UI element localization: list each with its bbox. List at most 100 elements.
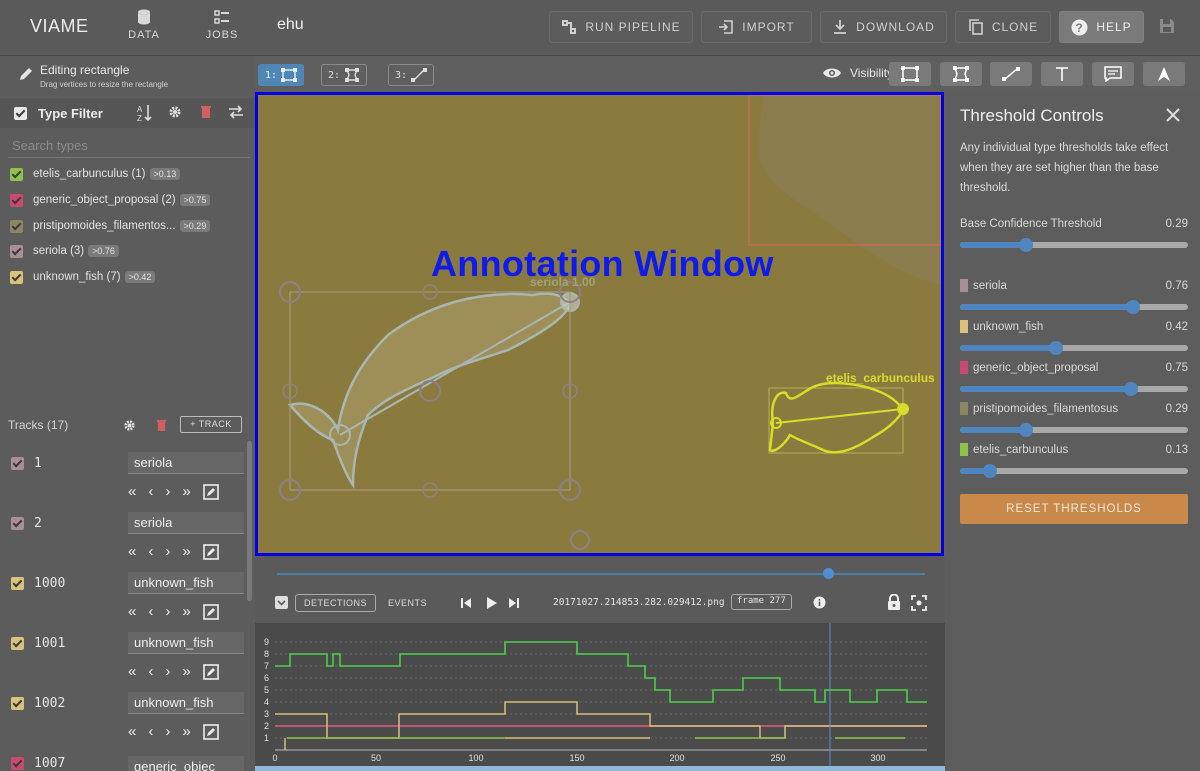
- next-frame-icon[interactable]: ›: [165, 663, 170, 680]
- swap-icon[interactable]: [228, 105, 244, 119]
- toggle-comments-button[interactable]: [1092, 62, 1134, 86]
- type-filter-select-all-checkbox[interactable]: [14, 107, 27, 120]
- type-checkbox[interactable]: [10, 244, 23, 258]
- track-checkbox[interactable]: [11, 517, 24, 530]
- info-icon[interactable]: [813, 596, 826, 609]
- track-type-select[interactable]: seriola: [128, 452, 244, 474]
- slider-knob[interactable]: [1019, 238, 1034, 252]
- skip-end-icon[interactable]: [508, 597, 520, 609]
- toggle-text-button[interactable]: [1041, 62, 1083, 86]
- track-type-select[interactable]: unknown_fish: [128, 692, 244, 714]
- threshold-slider[interactable]: [960, 423, 1188, 437]
- collapse-timeline-icon[interactable]: [275, 596, 288, 609]
- slider-knob[interactable]: [1124, 382, 1138, 396]
- last-frame-icon[interactable]: »: [182, 663, 190, 680]
- edit-track-icon[interactable]: [202, 723, 219, 740]
- prev-frame-icon[interactable]: ‹: [148, 723, 153, 740]
- type-item-etelis[interactable]: etelis_carbunculus (1) >0.13: [10, 164, 181, 184]
- edit-track-icon[interactable]: [202, 483, 219, 500]
- first-frame-icon[interactable]: «: [128, 723, 136, 740]
- track-row[interactable]: 1007 generic_objec: [0, 756, 255, 771]
- slider-knob[interactable]: [982, 464, 997, 478]
- timeline-scroll-bar[interactable]: [255, 766, 945, 771]
- first-frame-icon[interactable]: «: [128, 483, 136, 500]
- type-item-unknown-fish[interactable]: unknown_fish (7) >0.42: [10, 267, 156, 287]
- first-frame-icon[interactable]: «: [128, 663, 136, 680]
- last-frame-icon[interactable]: »: [182, 603, 190, 620]
- base-threshold-slider[interactable]: [960, 238, 1188, 252]
- rotate-handle[interactable]: [570, 530, 590, 550]
- track-row[interactable]: 1 seriola « ‹ › »: [0, 452, 255, 516]
- toggle-lines-button[interactable]: [990, 62, 1032, 86]
- mode-polygon-button[interactable]: 2:: [321, 64, 368, 86]
- prev-frame-icon[interactable]: ‹: [148, 663, 153, 680]
- nav-data-button[interactable]: DATA: [114, 9, 174, 41]
- save-icon[interactable]: [1158, 17, 1176, 35]
- prev-frame-icon[interactable]: ‹: [148, 483, 153, 500]
- mode-line-button[interactable]: 3:: [388, 64, 435, 86]
- type-checkbox[interactable]: [10, 193, 23, 207]
- tracks-scrollbar[interactable]: [247, 441, 252, 601]
- type-checkbox[interactable]: [10, 270, 23, 284]
- threshold-slider[interactable]: [960, 341, 1188, 355]
- first-frame-icon[interactable]: «: [128, 603, 136, 620]
- help-button[interactable]: ? HELP: [1059, 11, 1144, 43]
- tracks-delete-icon[interactable]: [156, 419, 167, 432]
- edit-track-icon[interactable]: [202, 663, 219, 680]
- type-checkbox[interactable]: [10, 219, 23, 233]
- nav-jobs-button[interactable]: JOBS: [192, 9, 252, 41]
- threshold-slider[interactable]: [960, 300, 1188, 314]
- track-row[interactable]: 1000 unknown_fish « ‹ › »: [0, 572, 255, 636]
- slider-knob[interactable]: [1048, 341, 1063, 355]
- run-pipeline-button[interactable]: RUN PIPELINE: [549, 11, 693, 43]
- frame-seek-knob[interactable]: [823, 568, 834, 579]
- sort-icon[interactable]: AZ: [137, 104, 153, 122]
- slider-knob[interactable]: [1126, 300, 1141, 314]
- track-row[interactable]: 1001 unknown_fish « ‹ › »: [0, 632, 255, 696]
- download-button[interactable]: DOWNLOAD: [820, 11, 947, 43]
- tracks-gear-icon[interactable]: [123, 419, 136, 432]
- edit-track-icon[interactable]: [202, 603, 219, 620]
- detections-timeline-chart[interactable]: 1 2 3 4 5 6 7 8 9 0 50 100 150 200 250 3…: [255, 623, 945, 771]
- clone-button[interactable]: CLONE: [955, 11, 1051, 43]
- type-checkbox[interactable]: [10, 167, 23, 181]
- events-tab[interactable]: EVENTS: [379, 594, 436, 612]
- reset-thresholds-button[interactable]: RESET THRESHOLDS: [960, 494, 1188, 524]
- gear-icon[interactable]: [168, 105, 182, 119]
- type-item-seriola[interactable]: seriola (3) >0.76: [10, 241, 119, 261]
- toggle-rectangles-button[interactable]: [889, 62, 931, 86]
- track-checkbox[interactable]: [11, 577, 24, 590]
- play-icon[interactable]: [485, 596, 498, 610]
- type-item-generic-object-proposal[interactable]: generic_object_proposal (2) >0.75: [10, 190, 211, 210]
- annotation-canvas[interactable]: seriola 1.00 etelis_carbunculus Annotati…: [255, 92, 944, 556]
- track-row[interactable]: 1002 unknown_fish « ‹ › »: [0, 692, 255, 756]
- next-frame-icon[interactable]: ›: [165, 723, 170, 740]
- first-frame-icon[interactable]: «: [128, 543, 136, 560]
- edit-track-icon[interactable]: [202, 543, 219, 560]
- threshold-slider[interactable]: [960, 464, 1188, 478]
- type-item-pristipomoides[interactable]: pristipomoides_filamentos... >0.29: [10, 216, 211, 236]
- threshold-slider[interactable]: [960, 382, 1188, 396]
- track-row[interactable]: 2 seriola « ‹ › »: [0, 512, 255, 576]
- detections-tab[interactable]: DETECTIONS: [295, 594, 377, 612]
- last-frame-icon[interactable]: »: [182, 483, 190, 500]
- import-button[interactable]: IMPORT: [701, 11, 812, 43]
- next-frame-icon[interactable]: ›: [165, 483, 170, 500]
- track-checkbox[interactable]: [11, 757, 24, 770]
- close-icon[interactable]: [1166, 108, 1180, 122]
- track-type-select[interactable]: unknown_fish: [128, 572, 244, 594]
- search-types-input[interactable]: Search types: [8, 136, 250, 158]
- last-frame-icon[interactable]: »: [182, 723, 190, 740]
- lock-icon[interactable]: [887, 594, 901, 611]
- next-frame-icon[interactable]: ›: [165, 603, 170, 620]
- next-frame-icon[interactable]: ›: [165, 543, 170, 560]
- skip-start-icon[interactable]: [460, 597, 472, 609]
- last-frame-icon[interactable]: »: [182, 543, 190, 560]
- prev-frame-icon[interactable]: ‹: [148, 543, 153, 560]
- toggle-heading-button[interactable]: [1143, 62, 1185, 86]
- track-checkbox[interactable]: [11, 637, 24, 650]
- toggle-polygons-button[interactable]: [940, 62, 982, 86]
- track-type-select[interactable]: unknown_fish: [128, 632, 244, 654]
- track-type-select[interactable]: generic_objec: [128, 756, 244, 771]
- track-checkbox[interactable]: [11, 457, 24, 470]
